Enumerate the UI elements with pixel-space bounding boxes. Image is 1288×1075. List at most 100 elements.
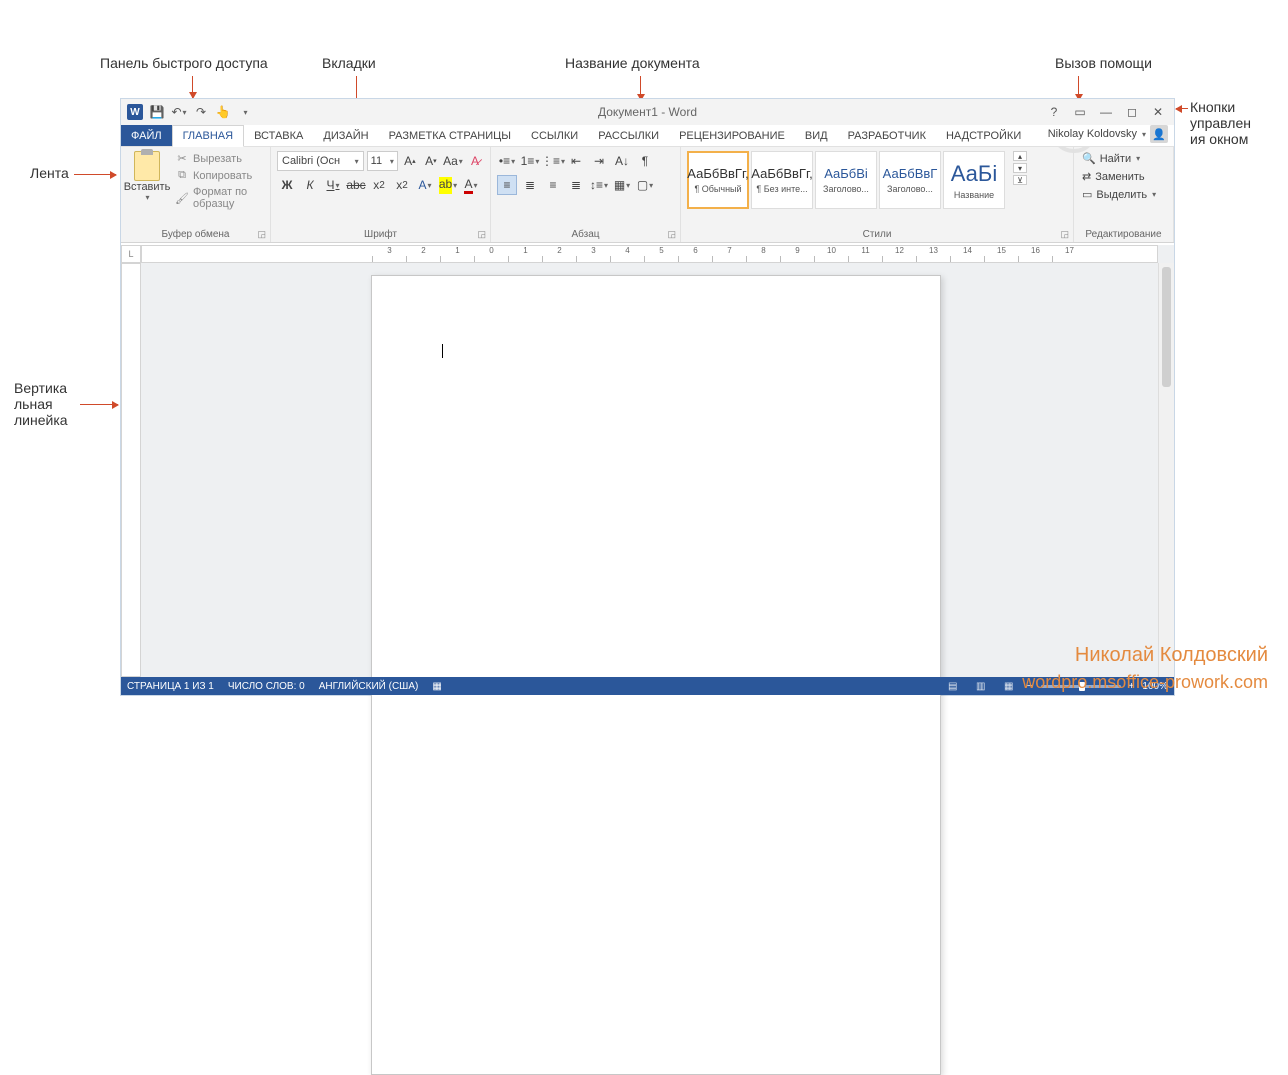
font-size-combo[interactable]: 11▾	[367, 151, 398, 171]
tab-главная[interactable]: ГЛАВНАЯ	[172, 125, 244, 147]
tab-дизайн[interactable]: ДИЗАЙН	[313, 125, 378, 146]
clear-format-icon[interactable]: A̷	[466, 151, 484, 171]
subscript-button[interactable]: x2	[369, 175, 389, 195]
print-layout-icon[interactable]: ▥	[971, 679, 991, 693]
align-center-icon[interactable]: ≣	[520, 175, 540, 195]
borders-icon[interactable]: ▢▾	[635, 175, 655, 195]
multilevel-icon[interactable]: ⋮≡▾	[543, 151, 563, 171]
status-macro-icon[interactable]: ▦	[432, 681, 441, 692]
tab-надстройки[interactable]: НАДСТРОЙКИ	[936, 125, 1031, 146]
numbering-icon[interactable]: 1≡▾	[520, 151, 540, 171]
superscript-button[interactable]: x2	[392, 175, 412, 195]
label-vruler: Вертика льная линейка	[14, 380, 68, 428]
justify-icon[interactable]: ≣	[566, 175, 586, 195]
user-name[interactable]: Nikolay Koldovsky	[1048, 128, 1137, 140]
tab-вид[interactable]: ВИД	[795, 125, 838, 146]
grow-font-icon[interactable]: A▴	[401, 151, 419, 171]
dialog-launcher-icon[interactable]: ◲	[1060, 229, 1069, 240]
shading-icon[interactable]: ▦▾	[612, 175, 632, 195]
dialog-launcher-icon[interactable]: ◲	[477, 229, 486, 240]
group-editing: 🔍Найти▾ ⇄Заменить ▭Выделить▾ Редактирова…	[1074, 147, 1174, 242]
paste-label: Вставить	[124, 181, 171, 193]
ribbon-tabs: ФАЙЛ ГЛАВНАЯВСТАВКАДИЗАЙНРАЗМЕТКА СТРАНИ…	[121, 125, 1174, 147]
ribbon: Вставить ▾ ✂Вырезать ⧉Копировать 🖌Формат…	[121, 147, 1174, 243]
line-spacing-icon[interactable]: ↕≡▾	[589, 175, 609, 195]
ribbon-display-icon[interactable]: ▭	[1068, 102, 1092, 122]
change-case-icon[interactable]: Aa▾	[443, 151, 463, 171]
highlight-icon[interactable]: ab▾	[438, 175, 458, 195]
styles-expand-icon[interactable]: ⊻	[1013, 175, 1027, 185]
find-button[interactable]: 🔍Найти▾	[1080, 151, 1167, 166]
vertical-scrollbar[interactable]	[1158, 263, 1174, 677]
tab-вставка[interactable]: ВСТАВКА	[244, 125, 313, 146]
align-right-icon[interactable]: ≡	[543, 175, 563, 195]
help-icon[interactable]: ?	[1042, 102, 1066, 122]
web-layout-icon[interactable]: ▦	[999, 679, 1019, 693]
show-marks-icon[interactable]: ¶	[635, 151, 655, 171]
style-item[interactable]: АаБбВіЗаголово...	[815, 151, 877, 209]
close-icon[interactable]: ✕	[1146, 102, 1170, 122]
label-title: Название документа	[565, 55, 700, 71]
align-left-icon[interactable]: ≡	[497, 175, 517, 195]
tab-рецензирование[interactable]: РЕЦЕНЗИРОВАНИЕ	[669, 125, 795, 146]
arrow	[1078, 76, 1079, 100]
decrease-indent-icon[interactable]: ⇤	[566, 151, 586, 171]
tab-рассылки[interactable]: РАССЫЛКИ	[588, 125, 669, 146]
status-word-count[interactable]: ЧИСЛО СЛОВ: 0	[228, 681, 305, 692]
group-label-font: Шрифт◲	[277, 227, 484, 240]
shrink-font-icon[interactable]: A▾	[422, 151, 440, 171]
redo-icon[interactable]: ↷	[193, 104, 209, 120]
label-ribbon: Лента	[30, 165, 69, 181]
text-effects-icon[interactable]: A▾	[415, 175, 435, 195]
styles-row-down-icon[interactable]: ▾	[1013, 163, 1027, 173]
document-page[interactable]	[371, 275, 941, 1075]
bullets-icon[interactable]: •≡▾	[497, 151, 517, 171]
copy-button[interactable]: ⧉Копировать	[173, 168, 264, 183]
italic-button[interactable]: К	[300, 175, 320, 195]
read-mode-icon[interactable]: ▤	[943, 679, 963, 693]
style-item[interactable]: АаБбВвГг,¶ Обычный	[687, 151, 749, 209]
tab-file[interactable]: ФАЙЛ	[121, 125, 172, 146]
touch-mode-icon[interactable]: 👆	[215, 104, 231, 120]
label-qat: Панель быстрого доступа	[100, 55, 268, 71]
style-item[interactable]: АаБбВвГг,¶ Без инте...	[751, 151, 813, 209]
user-avatar-icon[interactable]: 👤	[1150, 125, 1168, 143]
maximize-icon[interactable]: ◻	[1120, 102, 1144, 122]
copy-label: Копировать	[193, 170, 252, 182]
horizontal-ruler[interactable]	[141, 245, 1158, 263]
watermark-name: Николай Колдовский	[1075, 644, 1268, 667]
font-name-combo[interactable]: Calibri (Осн▾	[277, 151, 364, 171]
sort-icon[interactable]: A↓	[612, 151, 632, 171]
style-item[interactable]: АаБіНазвание	[943, 151, 1005, 209]
dialog-launcher-icon[interactable]: ◲	[667, 229, 676, 240]
underline-button[interactable]: Ч▾	[323, 175, 343, 195]
group-clipboard: Вставить ▾ ✂Вырезать ⧉Копировать 🖌Формат…	[121, 147, 271, 242]
document-area: L	[121, 245, 1174, 677]
styles-row-up-icon[interactable]: ▴	[1013, 151, 1027, 161]
dialog-launcher-icon[interactable]: ◲	[257, 229, 266, 240]
undo-icon[interactable]: ↶▾	[171, 104, 187, 120]
qat-customize-icon[interactable]: ▾	[237, 104, 253, 120]
select-button[interactable]: ▭Выделить▾	[1080, 187, 1167, 202]
tab-ссылки[interactable]: ССЫЛКИ	[521, 125, 588, 146]
strikethrough-button[interactable]: abc	[346, 175, 366, 195]
vertical-ruler[interactable]	[121, 263, 141, 677]
font-color-icon[interactable]: A▾	[461, 175, 481, 195]
group-label-clipboard: Буфер обмена◲	[127, 227, 264, 240]
paste-button[interactable]: Вставить ▾	[127, 151, 167, 202]
replace-button[interactable]: ⇄Заменить	[1080, 169, 1167, 184]
group-label-paragraph: Абзац◲	[497, 227, 674, 240]
status-page[interactable]: СТРАНИЦА 1 ИЗ 1	[127, 681, 214, 692]
minimize-icon[interactable]: —	[1094, 102, 1118, 122]
bold-button[interactable]: Ж	[277, 175, 297, 195]
status-language[interactable]: АНГЛИЙСКИЙ (США)	[319, 681, 419, 692]
ruler-corner[interactable]: L	[121, 245, 141, 263]
save-icon[interactable]: 💾	[149, 104, 165, 120]
tab-разработчик[interactable]: РАЗРАБОТЧИК	[838, 125, 936, 146]
format-painter-button[interactable]: 🖌Формат по образцу	[173, 185, 264, 211]
tab-разметка страницы[interactable]: РАЗМЕТКА СТРАНИЦЫ	[379, 125, 521, 146]
increase-indent-icon[interactable]: ⇥	[589, 151, 609, 171]
text-cursor	[442, 344, 443, 358]
style-item[interactable]: АаБбВвГЗаголово...	[879, 151, 941, 209]
cut-button[interactable]: ✂Вырезать	[173, 151, 264, 166]
